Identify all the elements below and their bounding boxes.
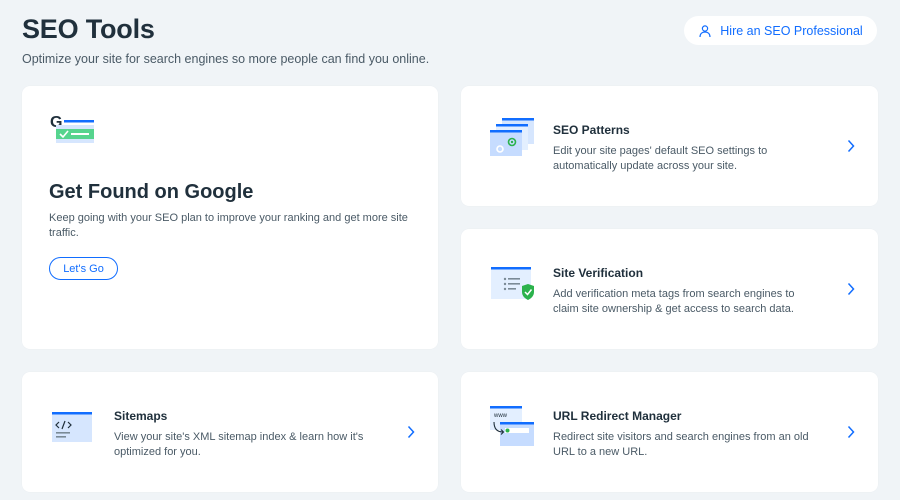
seo-patterns-description: Edit your site pages' default SEO settin…: [553, 145, 768, 172]
get-found-card: G Get Found on Google Keep going with yo…: [22, 86, 438, 349]
get-found-description: Keep going with your SEO plan to improve…: [49, 212, 408, 239]
lets-go-button[interactable]: Let's Go: [49, 257, 118, 280]
site-verification-card[interactable]: Site Verification Add verification meta …: [461, 229, 878, 349]
site-verification-description: Add verification meta tags from search e…: [553, 288, 795, 315]
hire-button-label: Hire an SEO Professional: [720, 23, 863, 38]
url-redirect-card[interactable]: www URL Redirect Manager Redirect site v…: [461, 372, 878, 492]
url-redirect-title: URL Redirect Manager: [553, 409, 682, 423]
sitemaps-title: Sitemaps: [114, 409, 168, 423]
chevron-right-icon[interactable]: [406, 425, 416, 444]
seo-patterns-title: SEO Patterns: [553, 123, 630, 137]
chevron-right-icon[interactable]: [846, 282, 856, 301]
page-title: SEO Tools: [22, 14, 155, 44]
sitemap-icon: [49, 402, 99, 453]
google-search-icon: G: [50, 112, 120, 162]
person-icon: [698, 24, 712, 38]
seo-patterns-icon: [488, 116, 538, 167]
page-subtitle: Optimize your site for search engines so…: [22, 52, 430, 66]
seo-patterns-card[interactable]: SEO Patterns Edit your site pages' defau…: [461, 86, 878, 206]
sitemaps-card[interactable]: Sitemaps View your site's XML sitemap in…: [22, 372, 438, 492]
site-verification-icon: [488, 259, 538, 310]
get-found-title: Get Found on Google: [49, 181, 254, 203]
url-redirect-icon: www: [488, 402, 538, 453]
chevron-right-icon[interactable]: [846, 139, 856, 158]
site-verification-title: Site Verification: [553, 266, 644, 280]
svg-text:www: www: [493, 413, 508, 419]
sitemaps-description: View your site's XML sitemap index & lea…: [114, 431, 364, 458]
url-redirect-description: Redirect site visitors and search engine…: [553, 431, 809, 458]
hire-seo-professional-button[interactable]: Hire an SEO Professional: [684, 16, 877, 45]
chevron-right-icon[interactable]: [846, 425, 856, 444]
